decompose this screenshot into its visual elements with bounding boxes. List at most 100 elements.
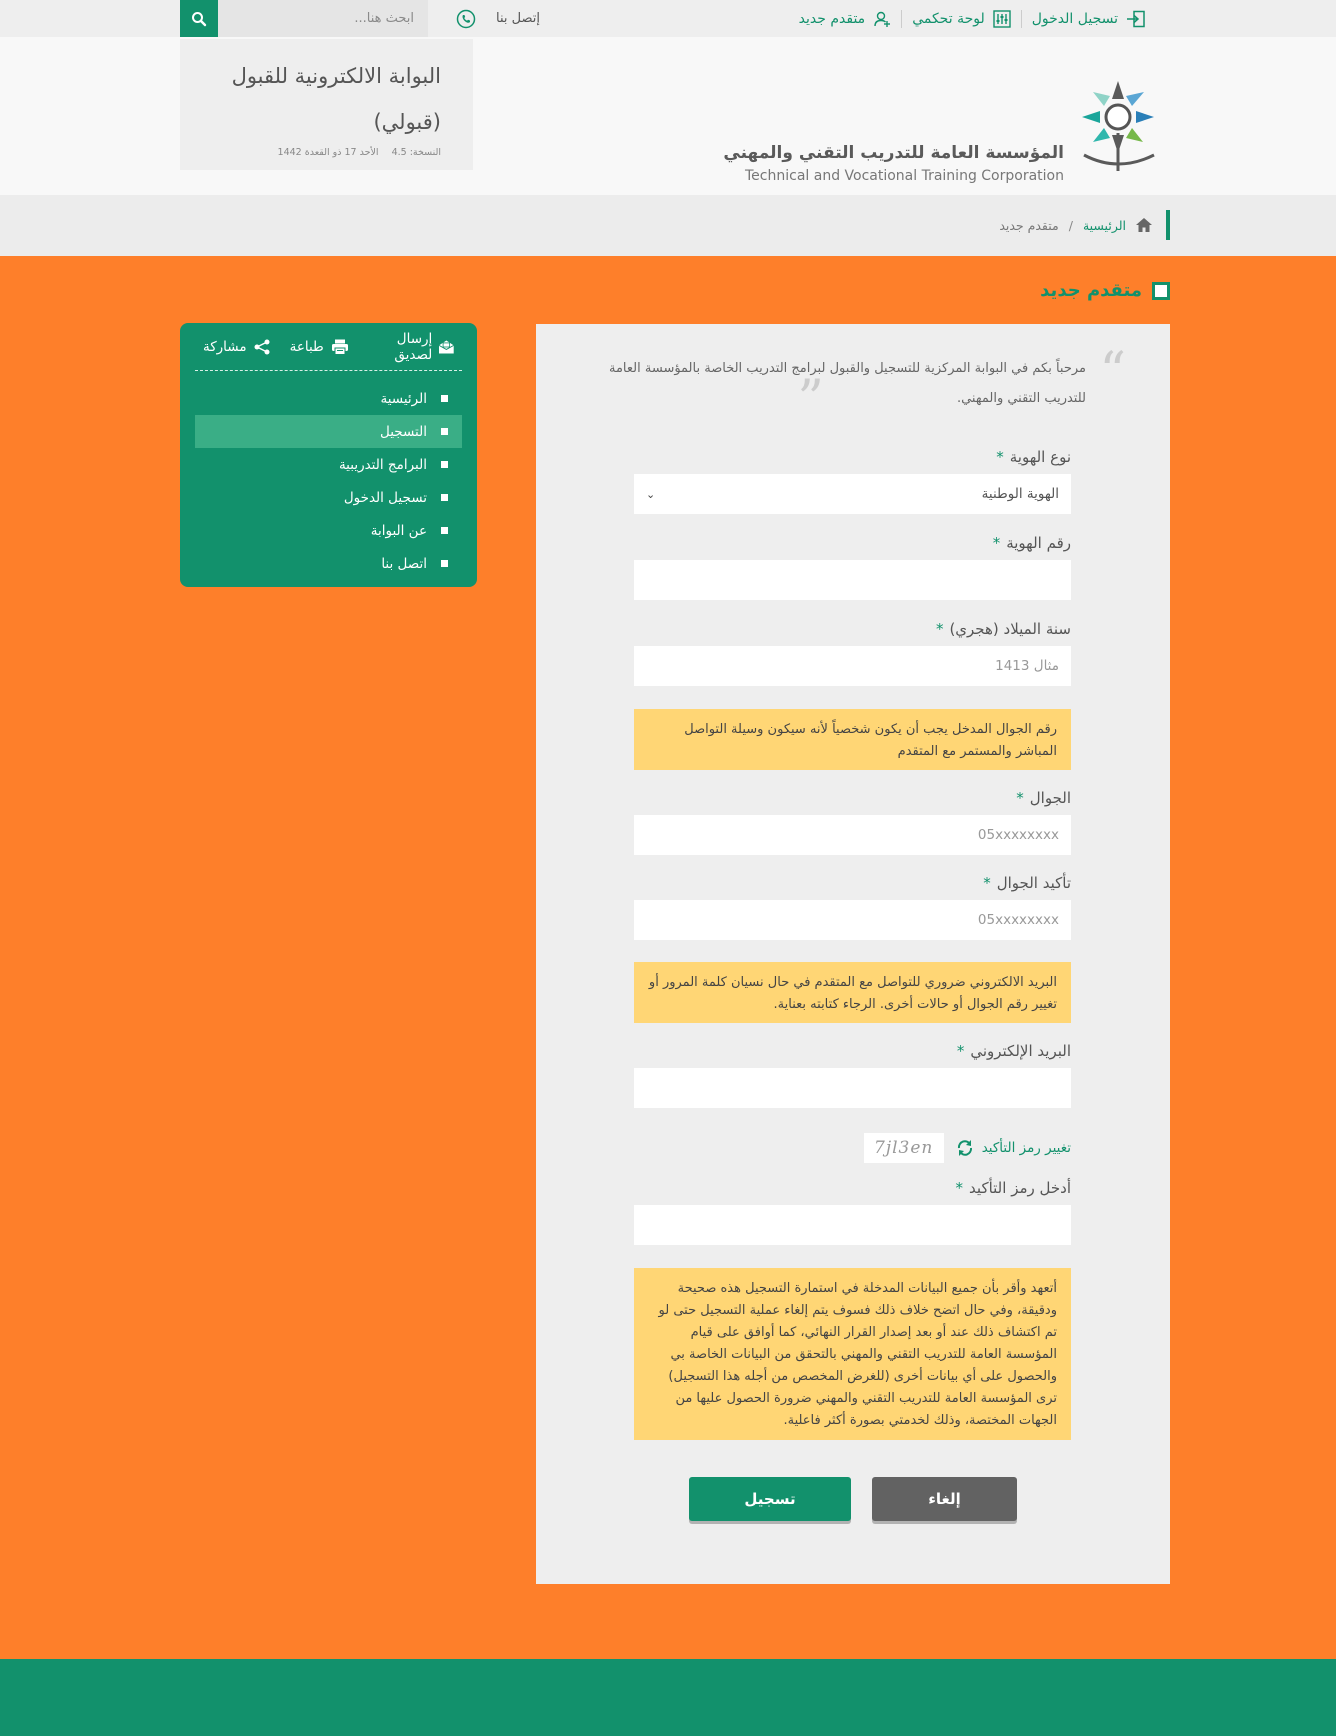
sliders-icon [993,9,1011,28]
mobile-label: الجوال* [1016,789,1071,807]
printer-icon [331,339,348,355]
top-bar: إتصل بنا تسجيل الدخول لوحة تحكمي متقدم ج… [0,0,1336,37]
mobile-confirm-input[interactable] [634,900,1071,940]
dashboard-label: لوحة تحكمي [912,10,985,27]
registration-form-panel: “ مرحباً بكم في البوابة المركزية للتسجيل… [536,324,1170,1584]
phone-icon [456,9,476,28]
email-field: البريد الإلكتروني* [634,1042,1071,1108]
search-input[interactable] [218,0,428,37]
breadcrumb-home[interactable]: الرئيسية [1083,218,1126,233]
top-contact-link[interactable]: إتصل بنا [440,0,540,37]
side-item-label: التسجيل [380,423,427,440]
org-name-english: Technical and Vocational Training Corpor… [745,168,1064,184]
breadcrumb: الرئيسية / متقدم جديد [999,210,1170,240]
send-to-friend-label: إرسال لصديق [394,331,433,363]
send-to-friend-button[interactable]: إرسال لصديق [369,331,454,363]
org-logo[interactable]: المؤسسة العامة للتدريب التقني والمهني Te… [723,73,1166,184]
page-title: متقدم جديد [1040,280,1142,301]
main-content: متقدم جديد مشاركة طباعة إرسال لصديق الرئ… [0,256,1336,1659]
captcha-input[interactable] [634,1205,1071,1245]
side-menu-items: الرئيسية التسجيل البرامج التدريبية تسجيل… [195,382,462,580]
email-input[interactable] [634,1068,1071,1108]
captcha-row: تغيير رمز التأكيد 7jl3en [634,1132,1071,1164]
id-number-input[interactable] [634,560,1071,600]
id-type-field: نوع الهوية* الهوية الوطنية ⌄ [634,448,1071,514]
welcome-text: مرحباً بكم في البوابة المركزية للتسجيل و… [609,361,1086,406]
portal-info-box: البوابة الالكترونية للقبول (قبولي) النسخ… [180,39,473,170]
site-header: المؤسسة العامة للتدريب التقني والمهني Te… [0,37,1336,195]
envelope-icon [439,340,454,354]
bullet-icon [441,461,448,468]
side-item-label: عن البوابة [370,522,427,539]
portal-meta: النسخة: 4.5 الأحد 17 ذو القعدة 1442 [200,147,441,158]
cancel-button[interactable]: إلغاء [872,1477,1017,1521]
side-item-registration[interactable]: التسجيل [195,415,462,448]
new-applicant-label: متقدم جديد [798,10,866,27]
id-type-select[interactable]: الهوية الوطنية ⌄ [634,474,1071,514]
required-mark: * [996,448,1004,466]
submit-button[interactable]: تسجيل [689,1477,851,1521]
page-heading: متقدم جديد [1040,280,1170,301]
bullet-icon [441,527,448,534]
side-item-home[interactable]: الرئيسية [195,382,462,415]
captcha-refresh-label: تغيير رمز التأكيد [981,1140,1071,1156]
login-label: تسجيل الدخول [1031,10,1118,27]
bullet-icon [441,560,448,567]
id-number-field: رقم الهوية* [634,534,1071,600]
required-mark: * [935,620,944,638]
mobile-confirm-label: تأكيد الجوال* [983,874,1071,892]
mobile-field: الجوال* [634,789,1071,855]
refresh-icon [957,1140,972,1156]
side-item-label: البرامج التدريبية [338,456,427,473]
close-quote-icon: ” [797,370,824,430]
print-button[interactable]: طباعة [290,339,349,355]
login-icon [1127,10,1145,27]
side-actions: مشاركة طباعة إرسال لصديق [195,331,462,371]
org-logo-mark [1082,81,1155,171]
birth-year-input[interactable] [634,646,1071,686]
birth-year-field: سنة الميلاد (هجري)* [634,620,1071,686]
heading-square-icon [1152,281,1170,300]
bullet-icon [441,395,448,402]
search-button[interactable] [180,0,218,37]
share-icon [254,339,270,355]
side-item-label: تسجيل الدخول [343,489,427,506]
required-mark: * [983,874,991,892]
add-user-icon [874,11,891,27]
side-item-about[interactable]: عن البوابة [195,514,462,547]
id-type-label: نوع الهوية* [996,448,1071,466]
site-footer [0,1659,1336,1736]
open-quote-icon: “ [1099,342,1126,402]
birth-year-label: سنة الميلاد (هجري)* [935,620,1071,638]
portal-date: الأحد 17 ذو القعدة 1442 [277,147,379,158]
home-icon[interactable] [1136,218,1152,232]
share-button[interactable]: مشاركة [203,339,270,355]
mobile-confirm-field: تأكيد الجوال* [634,874,1071,940]
search-icon [192,11,207,26]
bullet-icon [441,494,448,501]
email-label: البريد الإلكتروني* [956,1042,1071,1060]
bullet-icon [441,428,448,435]
side-item-training-programs[interactable]: البرامج التدريبية [195,448,462,481]
print-label: طباعة [289,339,324,355]
side-item-login[interactable]: تسجيل الدخول [195,481,462,514]
chevron-down-icon: ⌄ [646,487,656,501]
portal-version: النسخة: 4.5 [391,147,441,158]
required-mark: * [992,534,1001,552]
side-item-contact[interactable]: اتصل بنا [195,547,462,580]
side-item-label: اتصل بنا [381,555,427,572]
side-item-label: الرئيسية [380,390,428,407]
breadcrumb-current: متقدم جديد [999,217,1059,233]
dashboard-link[interactable]: لوحة تحكمي [901,9,1021,28]
portal-title: البوابة الالكترونية للقبول (قبولي) [231,64,441,134]
pledge-note: أتعهد وأقر بأن جميع البيانات المدخلة في … [634,1268,1071,1440]
captcha-refresh-button[interactable]: تغيير رمز التأكيد [956,1139,1071,1157]
org-name-arabic: المؤسسة العامة للتدريب التقني والمهني [723,143,1064,163]
top-links: تسجيل الدخول لوحة تحكمي متقدم جديد [789,0,1146,37]
top-contact-label: إتصل بنا [496,11,540,26]
new-applicant-link[interactable]: متقدم جديد [789,10,902,28]
login-link[interactable]: تسجيل الدخول [1020,9,1146,28]
side-menu: مشاركة طباعة إرسال لصديق الرئيسية التسجي… [180,323,477,587]
mobile-input[interactable] [634,815,1071,855]
id-type-value: الهوية الوطنية [981,486,1059,502]
